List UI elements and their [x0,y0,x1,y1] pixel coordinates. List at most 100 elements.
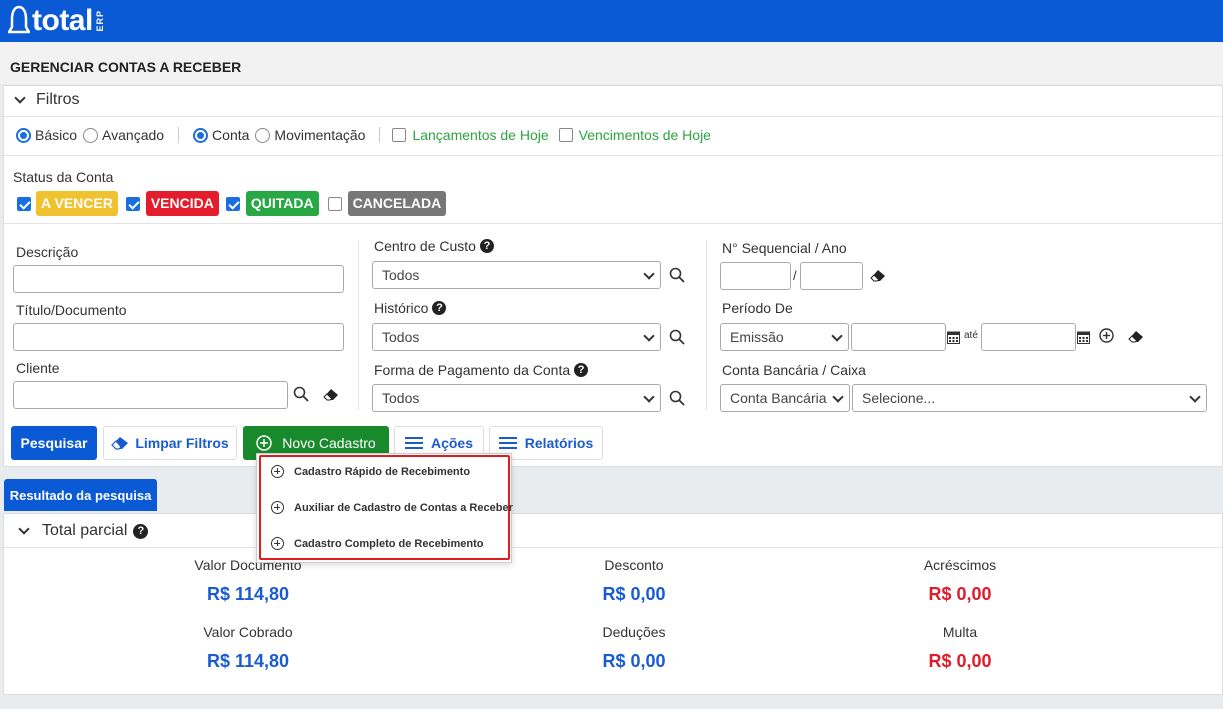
add-circle-icon [271,537,284,550]
radio-movement-label: Movimentação [274,127,366,143]
add-circle-icon [271,465,284,478]
help-icon[interactable]: ? [479,239,494,253]
description-label: Descrição [16,244,79,260]
divider [4,116,1222,117]
calendar-icon[interactable] [947,330,960,344]
menu-item-full-receipt[interactable]: Cadastro Completo de Recebimento [271,537,483,550]
history-select[interactable]: Todos [372,323,661,351]
chevron-down-icon [14,92,26,104]
radio-basic[interactable] [16,127,31,143]
chevron-down-icon [832,391,844,403]
bank-account-select[interactable]: Selecione... [852,384,1207,412]
add-circle-icon[interactable] [1099,328,1114,343]
title-doc-input[interactable] [13,323,344,351]
period-type-select[interactable]: Emissão [720,323,849,351]
search-icon[interactable] [669,390,685,406]
menu-item-label: Cadastro Rápido de Recebimento [294,465,471,478]
seq-number-input[interactable] [720,262,791,290]
divider [358,240,359,410]
bank-type-select[interactable]: Conta Bancária [720,384,850,412]
actions-label: Ações [430,435,474,451]
period-end-input[interactable] [981,323,1076,351]
status-badge-quitada[interactable]: QUITADA [245,191,319,216]
title-doc-label: Título/Documento [16,302,127,318]
chevron-down-icon [643,330,655,342]
chevron-down-icon [831,330,843,342]
history-value: Todos [382,329,420,345]
period-until-label: até [964,330,978,341]
today-due-label[interactable]: Vencimentos de Hoje [579,127,711,143]
help-icon[interactable]: ? [432,301,447,315]
eraser-icon[interactable] [323,388,339,402]
cost-center-value: Todos [382,267,420,283]
chevron-down-icon [18,523,30,535]
radio-advanced[interactable] [83,127,99,143]
logo[interactable]: total ERP [8,2,105,40]
status-cancelada-checkbox[interactable] [327,196,342,211]
eraser-icon[interactable] [1128,330,1144,344]
seq-year-input[interactable] [800,262,863,290]
total-label-acrescimos: Acréscimos [923,557,997,573]
reports-label: Relatórios [524,435,594,451]
add-circle-icon [256,435,273,451]
menu-item-receivables-helper[interactable]: Auxiliar de Cadastro de Contas a Receber [271,501,513,514]
status-quitada-checkbox[interactable] [225,196,240,211]
description-input[interactable] [13,265,344,293]
chevron-down-icon [643,391,655,403]
total-label-deducoes: Deduções [602,624,666,640]
payment-form-select[interactable]: Todos [372,384,661,412]
eraser-icon [111,437,129,450]
total-value-desconto: R$ 0,00 [602,584,666,604]
total-value-acrescimos: R$ 0,00 [928,584,992,604]
period-label: Período De [722,300,793,316]
status-badge-vencida[interactable]: VENCIDA [145,191,219,216]
tab-search-results[interactable]: Resultado da pesquisa [4,479,157,511]
cost-center-select[interactable]: Todos [372,261,661,289]
calendar-icon[interactable] [1077,330,1090,344]
help-icon[interactable]: ? [574,363,589,377]
status-a-vencer-checkbox[interactable] [17,196,31,211]
chevron-down-icon [1189,391,1201,403]
status-vencida-checkbox[interactable] [125,196,140,211]
search-icon[interactable] [293,386,309,402]
total-label-multa: Multa [942,624,978,640]
divider [4,223,1222,224]
history-label: Histórico [374,300,429,316]
client-input[interactable] [13,381,288,409]
menu-item-quick-receipt[interactable]: Cadastro Rápido de Recebimento [271,465,470,478]
radio-account[interactable] [193,127,209,143]
eraser-icon[interactable] [870,269,886,283]
total-value-multa: R$ 0,00 [928,651,992,671]
divider [706,240,707,410]
payment-form-label: Forma de Pagamento da Conta [374,362,571,378]
search-button[interactable]: Pesquisar [11,426,97,460]
partial-total-toggle[interactable]: Total parcial ? [18,522,149,540]
status-badge-a-vencer[interactable]: A VENCER [36,191,118,216]
page-title: GERENCIAR CONTAS A RECEBER [10,59,242,75]
clear-filters-label: Limpar Filtros [135,435,229,451]
today-releases-label[interactable]: Lançamentos de Hoje [412,127,548,143]
bank-account-value: Selecione... [862,390,936,406]
divider [178,127,180,143]
period-start-input[interactable] [851,323,946,351]
status-badge-cancelada[interactable]: CANCELADA [347,191,447,216]
seq-separator: / [793,268,797,283]
clear-filters-button[interactable]: Limpar Filtros [103,426,237,460]
bell-logo-icon [8,5,30,34]
filters-toggle[interactable]: Filtros [14,91,80,109]
logo-text: total [32,4,93,37]
search-icon[interactable] [669,267,685,283]
today-releases-checkbox[interactable] [392,128,407,142]
payment-form-value: Todos [382,390,420,406]
help-icon[interactable]: ? [133,523,149,539]
radio-movement[interactable] [255,127,271,143]
search-icon[interactable] [669,329,685,345]
search-button-label: Pesquisar [20,435,88,451]
total-value-deducoes: R$ 0,00 [602,651,666,671]
tab-label: Resultado da pesquisa [9,487,152,503]
period-type-value: Emissão [730,329,784,345]
status-label: Status da Conta [13,169,114,185]
top-bar [0,0,1223,42]
today-due-checkbox[interactable] [558,128,573,142]
logo-sub: ERP [94,10,105,32]
